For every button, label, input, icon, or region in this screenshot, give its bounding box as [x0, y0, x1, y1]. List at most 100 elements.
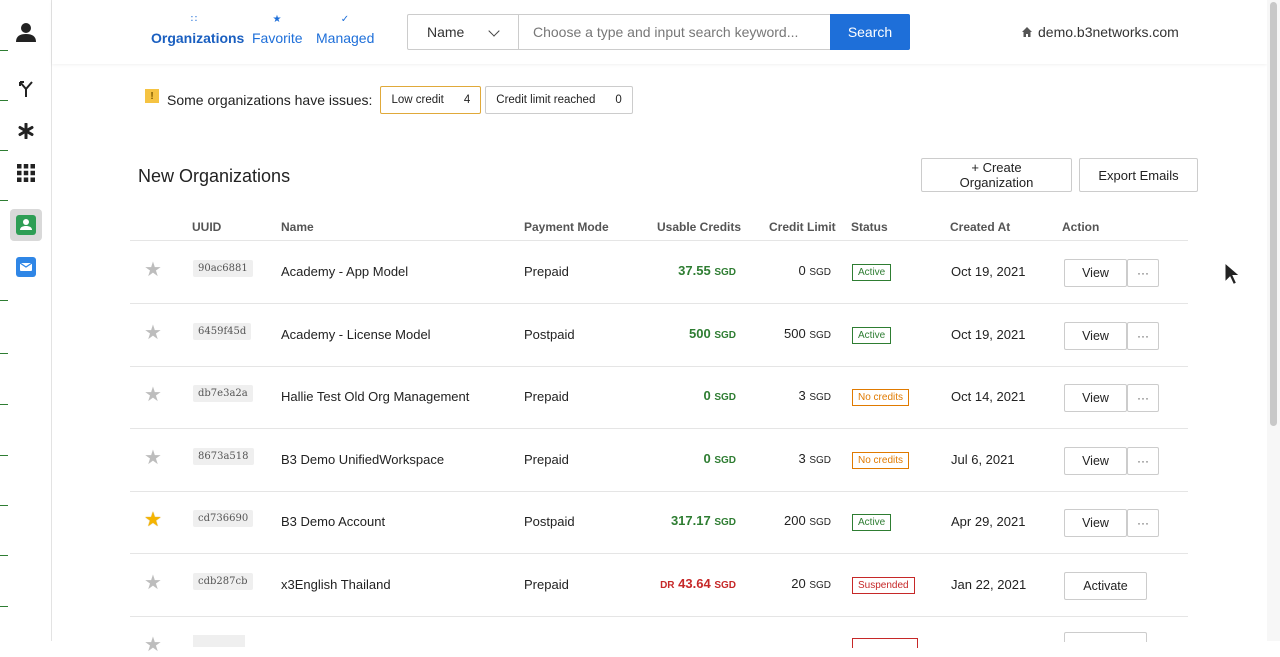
org-name[interactable]: B3 Demo Account: [281, 514, 385, 529]
chevron-down-icon: [488, 25, 500, 37]
tab-label: Organizations: [151, 30, 245, 46]
payment-mode: Postpaid: [524, 326, 575, 342]
more-options-button[interactable]: ···: [1127, 384, 1159, 413]
payment-mode: Prepaid: [524, 389, 569, 405]
col-credit-limit: Credit Limit: [769, 220, 836, 234]
star-icon: ★: [272, 14, 282, 25]
usable-credits: 0 SGD: [703, 451, 736, 466]
export-emails-button[interactable]: Export Emails: [1079, 158, 1198, 192]
currency: SGD: [714, 392, 736, 404]
favorite-star-icon[interactable]: ★: [144, 260, 162, 280]
table-row[interactable]: ★ db7e3a2a Hallie Test Old Org Management P…: [130, 366, 1188, 430]
org-name[interactable]: Academy - App Model: [281, 264, 408, 279]
org-name[interactable]: B3 Demo UnifiedWorkspace: [281, 452, 444, 467]
org-name[interactable]: x3English Thailand: [281, 577, 391, 592]
credit-value: 0: [703, 388, 711, 404]
issues-bar: ! Some organizations have issues: Low cr…: [145, 86, 633, 114]
favorite-star-icon[interactable]: ★: [144, 385, 162, 405]
favorite-star-icon[interactable]: ★: [144, 448, 162, 468]
asterisk-icon[interactable]: [10, 115, 42, 147]
apps-grid-icon[interactable]: [10, 157, 42, 189]
mouse-cursor-icon: [1224, 262, 1240, 286]
credit-limit: 20 SGD: [791, 576, 831, 591]
search-button[interactable]: Search: [830, 14, 910, 50]
chip-count: 0: [615, 94, 622, 106]
usable-credits: 37.55 SGD: [678, 263, 736, 278]
chip-count: 4: [463, 94, 471, 106]
credit-value: 500: [689, 325, 711, 341]
created-at: Oct 19, 2021: [951, 326, 1026, 342]
credit-value: 0: [703, 450, 711, 466]
credit-limit: 500 SGD: [784, 326, 831, 341]
credit-prefix: DR: [660, 580, 675, 591]
payment-mode: Prepaid: [524, 264, 569, 279]
credit-limit-filter[interactable]: Credit limit reached 0: [485, 86, 633, 114]
more-options-button[interactable]: ···: [1127, 509, 1159, 538]
tab-managed[interactable]: ✓ Managed: [316, 14, 374, 46]
org-name[interactable]: Academy - License Model: [281, 327, 431, 342]
view-button[interactable]: View: [1064, 446, 1127, 475]
chip-label: Credit limit reached: [496, 94, 596, 106]
star-icon[interactable]: ★: [144, 632, 162, 657]
col-action: Action: [1062, 220, 1100, 234]
search-type-value: Name: [427, 24, 465, 40]
grid-icon: ∷: [190, 14, 198, 25]
org-name[interactable]: Hallie Test Old Org Management: [281, 389, 469, 404]
vertical-scrollbar[interactable]: [1267, 0, 1280, 641]
currency: SGD: [714, 517, 736, 529]
currency: SGD: [809, 580, 831, 591]
favorite-star-icon[interactable]: ★: [144, 323, 162, 343]
view-button[interactable]: View: [1064, 509, 1127, 538]
view-button[interactable]: View: [1064, 321, 1127, 350]
chat-app-icon[interactable]: [10, 251, 42, 283]
contact-book-icon[interactable]: [10, 209, 42, 241]
payment-mode: Prepaid: [524, 451, 569, 467]
table-row[interactable]: ★ cdb287cb x3English Thailand Prepaid DR 43.…: [130, 554, 1188, 617]
col-payment-mode: Payment Mode: [524, 220, 609, 234]
more-options-button[interactable]: ···: [1127, 446, 1159, 475]
currency: SGD: [714, 580, 736, 591]
tab-organizations[interactable]: ∷ Organizations: [151, 14, 245, 46]
scrollbar-thumb[interactable]: [1270, 2, 1277, 426]
credit-value: 43.64: [678, 576, 711, 591]
view-button[interactable]: View: [1064, 384, 1127, 413]
check-icon: ✓: [340, 14, 350, 25]
create-organization-button[interactable]: + Create Organization: [921, 158, 1072, 192]
limit-value: 3: [798, 450, 806, 466]
issues-text: Some organizations have issues:: [167, 92, 373, 108]
merge-icon[interactable]: [10, 73, 42, 105]
credit-limit: 0 SGD: [798, 263, 831, 278]
created-at: Oct 14, 2021: [951, 389, 1026, 405]
payment-mode: Postpaid: [524, 514, 575, 530]
table-row[interactable]: ★ cd736690 B3 Demo Account Postpaid 317.17 S…: [130, 491, 1188, 555]
search-input[interactable]: [519, 15, 830, 49]
status-badge: No credits: [852, 389, 910, 407]
table-row[interactable]: ★ 8673a518 B3 Demo UnifiedWorkspace Prepaid…: [130, 429, 1188, 492]
usable-credits: 0 SGD: [703, 388, 736, 403]
favorite-star-icon[interactable]: ★: [144, 510, 162, 530]
credit-value: 317.17: [670, 513, 711, 529]
more-options-button[interactable]: ···: [1127, 321, 1159, 350]
created-at: Jan 22, 2021: [951, 577, 1027, 592]
view-button[interactable]: View: [1064, 259, 1127, 287]
limit-value: 500: [784, 325, 806, 341]
favorite-star-icon[interactable]: ★: [144, 573, 162, 593]
user-icon[interactable]: [10, 16, 42, 48]
status-badge: [852, 638, 918, 648]
search-type-select[interactable]: Name: [408, 15, 519, 49]
status-badge: Active: [852, 326, 892, 344]
limit-value: 20: [791, 576, 806, 591]
currency: SGD: [809, 267, 831, 278]
low-credit-filter[interactable]: Low credit 4: [380, 86, 482, 114]
uuid-chip: db7e3a2a: [193, 385, 253, 403]
activate-button[interactable]: Activate: [1064, 572, 1147, 600]
home-icon: [1022, 27, 1032, 37]
uuid-chip: 90ac6881: [193, 260, 253, 277]
status-badge: No credits: [852, 451, 910, 469]
currency: SGD: [714, 329, 736, 341]
more-options-button[interactable]: ···: [1127, 259, 1159, 287]
limit-value: 3: [798, 388, 806, 404]
table-row[interactable]: ★ 90ac6881 Academy - App Model Prepaid 37.55…: [130, 241, 1188, 304]
tab-favorite[interactable]: ★ Favorite: [252, 14, 303, 46]
table-row[interactable]: ★ 6459f45d Academy - License Model Postpaid…: [130, 304, 1188, 367]
